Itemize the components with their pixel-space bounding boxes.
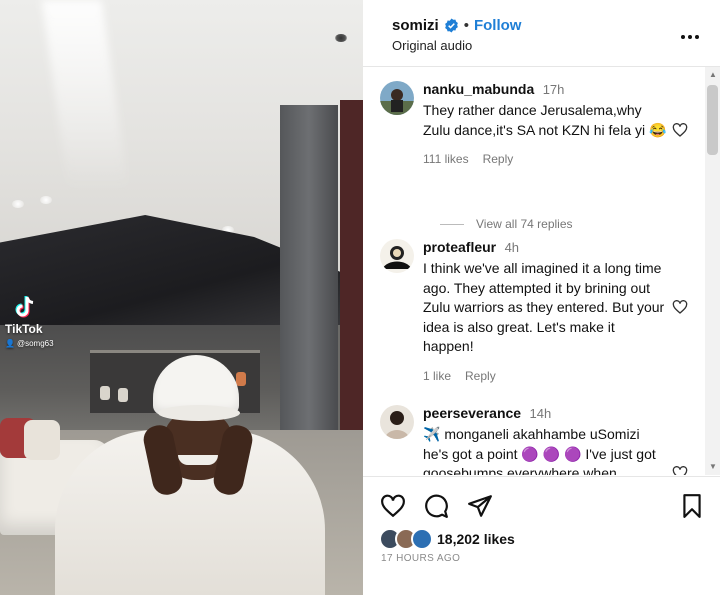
original-audio-link[interactable]: Original audio [392, 38, 472, 53]
scroll-down-arrow-icon[interactable]: ▼ [709, 462, 717, 471]
post-panel: somizi • Follow Original audio nanku_mab… [363, 0, 720, 595]
heart-icon[interactable] [672, 465, 688, 475]
comment-body: nanku_mabunda 17h They rather dance Jeru… [423, 81, 668, 166]
post-timestamp: 17 HOURS AGO [381, 553, 461, 564]
comments-scrollbar[interactable]: ▲ ▼ [705, 67, 720, 475]
comment-bubble-icon[interactable] [423, 493, 449, 519]
post-header: somizi • Follow Original audio [363, 0, 720, 67]
tiktok-handle: 👤 @somg63 [5, 339, 54, 348]
likes-count[interactable]: 18,202 likes [437, 531, 515, 547]
tiktok-label: TikTok [5, 322, 43, 336]
comment-likes[interactable]: 111 likes [423, 152, 469, 166]
comment-text: I think we've all imagined it a long tim… [423, 260, 665, 354]
post-author: somizi • Follow [392, 17, 521, 34]
verified-badge-icon [444, 18, 458, 33]
reply-button[interactable]: Reply [465, 369, 496, 383]
likes-summary[interactable]: 18,202 likes [379, 528, 515, 550]
comment-username[interactable]: proteafleur [423, 239, 496, 255]
comment-username[interactable]: nanku_mabunda [423, 81, 534, 97]
smoke-detector [335, 34, 347, 42]
share-send-icon[interactable] [467, 493, 493, 519]
view-replies-label: View all 74 replies [476, 217, 573, 231]
comment-meta: 111 likes Reply [423, 152, 668, 166]
video-frame[interactable]: TikTok 👤 @somg63 [0, 0, 363, 595]
comment-time: 17h [542, 82, 565, 97]
pillow [24, 420, 60, 460]
tiktok-handle-text: @somg63 [16, 339, 54, 348]
decor-item [236, 372, 246, 386]
tiktok-watermark: TikTok 👤 @somg63 [5, 294, 54, 348]
like-heart-icon[interactable] [380, 493, 406, 519]
comment-text: ✈️ monganeli akahhambe uSomizi he's got … [423, 426, 656, 475]
comment-username[interactable]: peerseverance [423, 405, 521, 421]
user-icon: 👤 [5, 339, 15, 348]
comment-likes[interactable]: 1 like [423, 369, 451, 383]
heart-icon[interactable] [672, 299, 688, 315]
scroll-thumb[interactable] [707, 85, 718, 155]
comment-body: proteafleur 4h I think we've all imagine… [423, 239, 668, 383]
avatar[interactable] [380, 81, 414, 115]
post-actions: 18,202 likes 17 HOURS AGO [363, 476, 720, 596]
comment-text: They rather dance Jerusalema,why Zulu da… [423, 102, 667, 138]
author-username[interactable]: somizi [392, 17, 439, 34]
replies-line [440, 223, 464, 225]
separator-dot: • [463, 17, 469, 34]
reply-button[interactable]: Reply [483, 152, 514, 166]
scroll-up-arrow-icon[interactable]: ▲ [709, 70, 717, 79]
comment-body: peerseverance 14h ✈️ monganeli akahhambe… [423, 405, 668, 475]
ceiling-light [40, 196, 52, 204]
follow-button[interactable]: Follow [474, 17, 522, 34]
avatar[interactable] [380, 239, 414, 273]
comment-meta: 1 like Reply [423, 369, 668, 383]
decor-item [118, 388, 128, 402]
person-smile [178, 455, 218, 465]
ceiling-light [12, 200, 24, 208]
comments-list[interactable]: nanku_mabunda 17h They rather dance Jeru… [363, 67, 705, 475]
heart-icon[interactable] [672, 122, 688, 138]
comment-time: 4h [504, 240, 520, 255]
decor-item [100, 386, 110, 400]
avatar[interactable] [380, 405, 414, 439]
liker-avatar [411, 528, 433, 550]
comment-time: 14h [529, 406, 552, 421]
view-replies-button[interactable]: View all 74 replies [440, 217, 573, 231]
cap-brim [158, 405, 240, 421]
more-options-icon[interactable] [680, 20, 700, 46]
tiktok-logo-icon [13, 294, 39, 320]
bookmark-icon[interactable] [679, 493, 705, 519]
